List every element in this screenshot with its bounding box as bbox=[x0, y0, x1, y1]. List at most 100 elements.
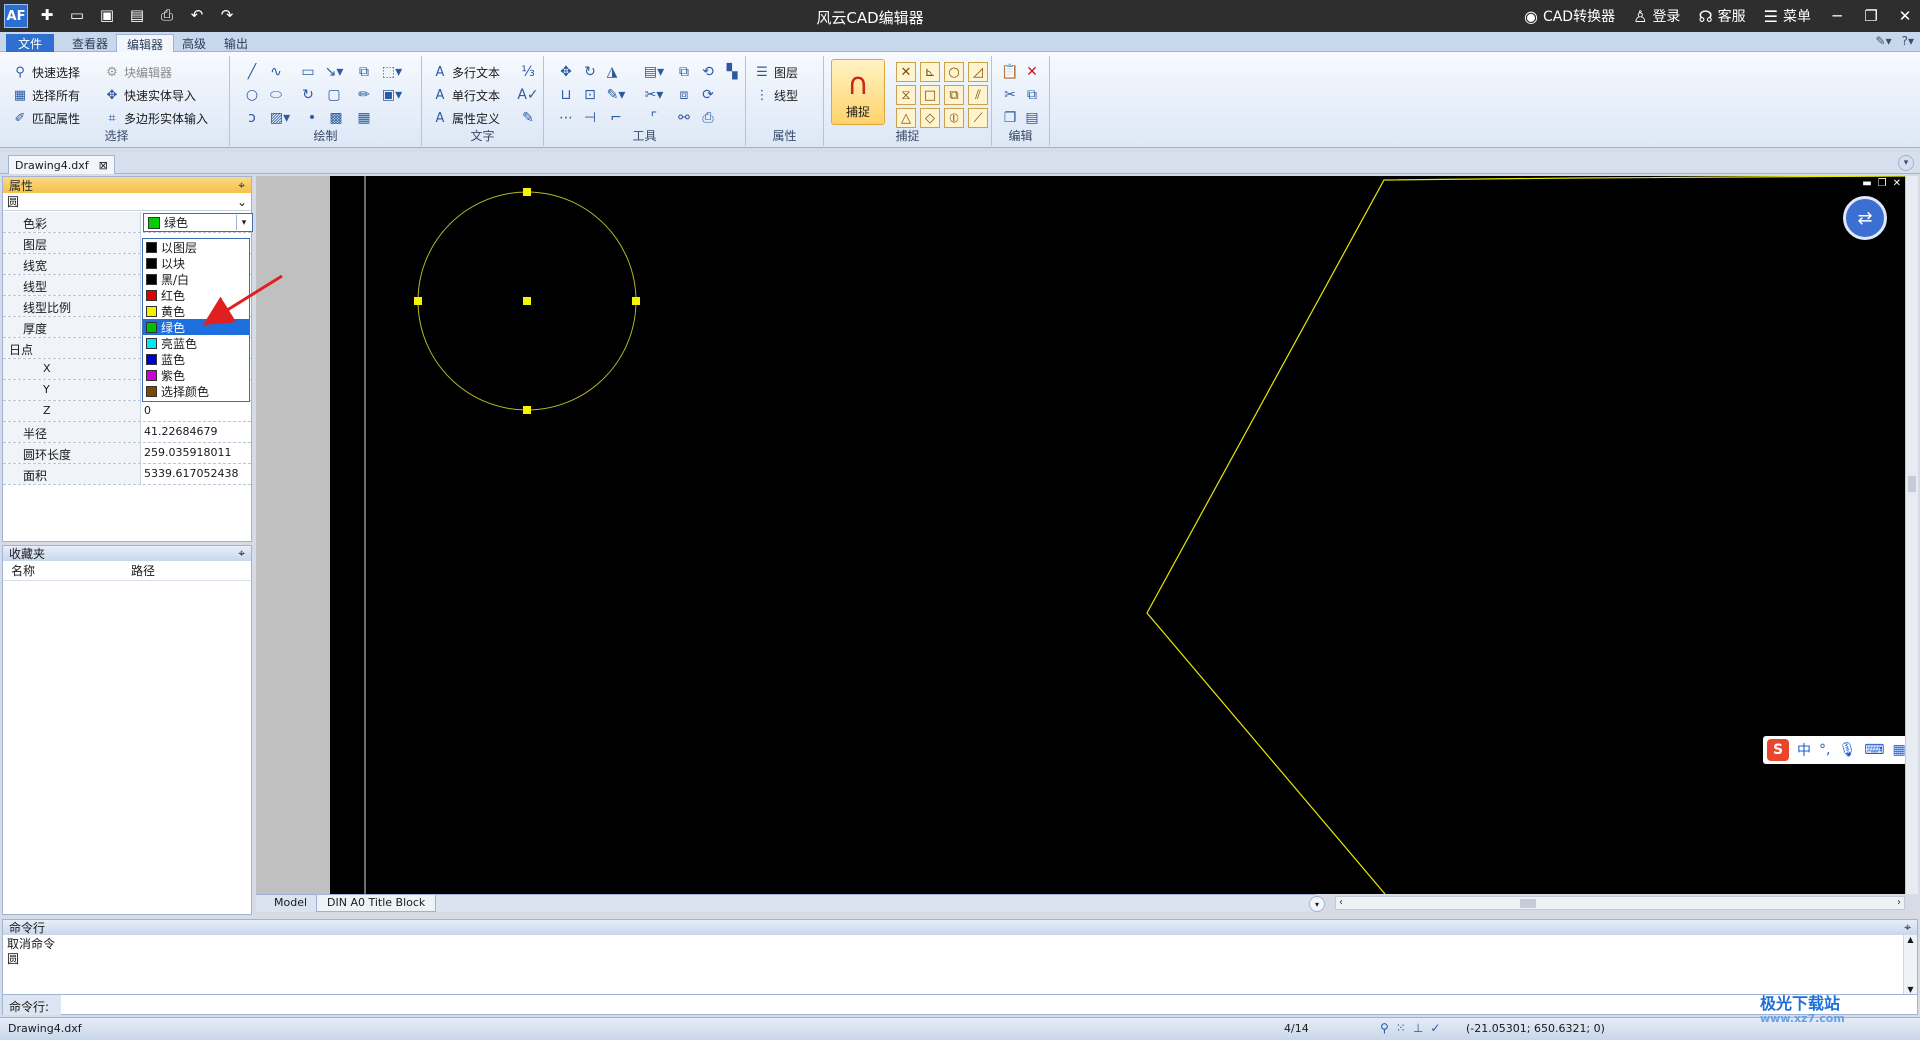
grip-top[interactable] bbox=[523, 188, 531, 196]
region-icon[interactable]: ⬚▾ bbox=[382, 62, 402, 82]
close-icon[interactable]: ✕ bbox=[1893, 178, 1901, 189]
tab-viewer[interactable]: 查看器 bbox=[62, 34, 118, 52]
color-option[interactable]: 绿色 bbox=[143, 319, 249, 335]
refresh-icon[interactable]: ⟳ bbox=[698, 85, 718, 105]
cad-converter-button[interactable]: ◉ CAD转换器 bbox=[1517, 6, 1622, 26]
image-icon[interactable]: ▣▾ bbox=[382, 85, 402, 105]
grid-icon[interactable]: ⁙ bbox=[1396, 1021, 1406, 1035]
column-header-path[interactable]: 路径 bbox=[123, 562, 155, 579]
chevron-down-icon[interactable]: ▾ bbox=[236, 215, 251, 230]
microphone-icon[interactable]: 🎙 bbox=[1838, 742, 1856, 758]
tab-advanced[interactable]: 高级 bbox=[172, 34, 216, 52]
vertical-scrollbar[interactable] bbox=[1905, 176, 1918, 894]
quick-import-button[interactable]: ✥ 快速实体导入 bbox=[104, 85, 196, 105]
color-option[interactable]: 黄色 bbox=[143, 303, 249, 319]
tab-list-icon[interactable]: ▾ bbox=[1898, 155, 1914, 171]
menu-button[interactable]: ☰ 菜单 bbox=[1757, 6, 1818, 26]
minimize-icon[interactable]: ▬ bbox=[1862, 178, 1871, 189]
prop-row-color[interactable]: 色彩 绿色 ▾ bbox=[3, 212, 253, 233]
pin-icon[interactable]: ⌖ bbox=[238, 546, 245, 561]
layout-tab-model[interactable]: Model bbox=[264, 895, 317, 912]
prop-row-radius[interactable]: 半径 41.22684679 bbox=[3, 422, 251, 443]
block-icon[interactable]: ▢ bbox=[324, 85, 344, 105]
copy-shape-icon[interactable]: ⧉ bbox=[354, 62, 374, 82]
helix-icon[interactable]: ↄ bbox=[242, 108, 262, 128]
insert-image-icon[interactable]: ▩ bbox=[326, 108, 346, 128]
mtext-button[interactable]: A 多行文本 bbox=[432, 62, 500, 82]
color-option[interactable]: 紫色 bbox=[143, 367, 249, 383]
zoom-icon[interactable]: ⚲ bbox=[1380, 1021, 1389, 1035]
translate-icon[interactable]: ⇄ bbox=[1843, 196, 1887, 240]
snap-perpendicular-icon[interactable]: ⊾ bbox=[920, 62, 940, 82]
trim-icon[interactable]: ✂▾ bbox=[644, 85, 664, 105]
print-tool-icon[interactable]: ⎙ bbox=[698, 108, 718, 128]
spline-icon[interactable]: ∿ bbox=[266, 62, 286, 82]
rectangle-icon[interactable]: ▭ bbox=[298, 62, 318, 82]
snap-nearest-icon[interactable]: ⟋ bbox=[968, 108, 988, 128]
color-select[interactable]: 绿色 ▾ bbox=[143, 213, 253, 232]
redo-icon[interactable]: ↷ bbox=[216, 4, 238, 26]
select-all-button[interactable]: ▦ 选择所有 bbox=[12, 85, 80, 105]
paste-icon[interactable]: 📋 bbox=[1000, 62, 1020, 82]
edit-text-icon[interactable]: ✎ bbox=[518, 108, 538, 128]
scroll-up-icon[interactable]: ▲ bbox=[1907, 935, 1913, 944]
tab-file[interactable]: 文件 bbox=[6, 34, 54, 52]
help-icon[interactable]: ?▾ bbox=[1902, 34, 1914, 48]
color-option[interactable]: 以图层 bbox=[143, 239, 249, 255]
break-icon[interactable]: ⋯ bbox=[556, 108, 576, 128]
point-icon[interactable]: • bbox=[302, 108, 322, 128]
measure-icon[interactable]: ⚯ bbox=[674, 108, 694, 128]
object-type-select[interactable]: 圆 ⌄ bbox=[3, 193, 251, 211]
horizontal-scrollbar[interactable]: ‹ › bbox=[1335, 896, 1905, 910]
numbering-icon[interactable]: ⅓ bbox=[518, 62, 538, 82]
snap-endpoint-icon[interactable]: □ bbox=[920, 85, 940, 105]
snap-node-icon[interactable]: ⦶ bbox=[944, 108, 964, 128]
line-icon[interactable]: ╱ bbox=[242, 62, 262, 82]
snap-parallel-icon[interactable]: ⫽ bbox=[968, 85, 988, 105]
scroll-right-icon[interactable]: › bbox=[1897, 897, 1901, 908]
color-dropdown-list[interactable]: 以图层 以块 黑/白 红色 黄色 绿色 亮蓝色 蓝色 紫色 选择颜色 bbox=[142, 238, 250, 402]
scroll-thumb[interactable] bbox=[1908, 476, 1916, 492]
paste-special-icon[interactable]: ⧉ bbox=[1022, 85, 1042, 105]
command-input[interactable] bbox=[61, 995, 1917, 1014]
attdef-button[interactable]: A 属性定义 bbox=[432, 108, 500, 128]
sogou-logo-icon[interactable]: S bbox=[1767, 739, 1789, 761]
copy-icon[interactable]: ❐ bbox=[1000, 108, 1020, 128]
tab-output[interactable]: 输出 bbox=[214, 34, 258, 52]
pin-icon[interactable]: ⌖ bbox=[238, 178, 245, 193]
minimize-icon[interactable]: ─ bbox=[1822, 0, 1852, 32]
style-icon[interactable]: ✎▾ bbox=[1876, 34, 1892, 48]
cut-icon[interactable]: ✂ bbox=[1000, 85, 1020, 105]
snap-midpoint-icon[interactable]: ⧖ bbox=[896, 85, 916, 105]
circle-icon[interactable]: ○ bbox=[242, 85, 262, 105]
restore-icon[interactable]: ❐ bbox=[1856, 0, 1886, 32]
scroll-down-icon[interactable]: ▼ bbox=[1907, 985, 1913, 994]
command-scrollbar[interactable]: ▲ ▼ bbox=[1903, 935, 1917, 994]
delete-icon[interactable]: ✕ bbox=[1022, 62, 1042, 82]
keyboard-icon[interactable]: ⌨ bbox=[1864, 742, 1884, 758]
ellipse-icon[interactable]: ⬭ bbox=[266, 85, 286, 105]
prop-row-area[interactable]: 面积 5339.617052438 bbox=[3, 464, 251, 485]
match-props-button[interactable]: ✐ 匹配属性 bbox=[12, 108, 80, 128]
grip-center[interactable] bbox=[523, 297, 531, 305]
snap-quadrant-icon[interactable]: ◇ bbox=[920, 108, 940, 128]
prop-row-z[interactable]: Z0 bbox=[3, 401, 251, 422]
copy-base-icon[interactable]: ▤ bbox=[1022, 108, 1042, 128]
drawing-canvas[interactable]: ▬ ❐ ✕ ⇄ S 中 °, 🎙 ⌨ ▦ bbox=[330, 176, 1905, 894]
spell-icon[interactable]: A✓ bbox=[517, 85, 538, 105]
copy-tool-icon[interactable]: ⧉ bbox=[674, 62, 694, 82]
snap-triangle-icon[interactable]: △ bbox=[896, 108, 916, 128]
hatch-icon[interactable]: ▨▾ bbox=[270, 108, 290, 128]
print-icon[interactable]: ⎙ bbox=[156, 4, 178, 26]
layout-tab-title-block[interactable]: DIN A0 Title Block bbox=[316, 895, 437, 912]
undo-icon[interactable]: ↶ bbox=[186, 4, 208, 26]
chamfer-icon[interactable]: ⌜ bbox=[644, 108, 664, 128]
prop-row-circumference[interactable]: 圆环长度 259.035918011 bbox=[3, 443, 251, 464]
fillet-icon[interactable]: ⌐ bbox=[606, 108, 626, 128]
rotate-icon[interactable]: ↻ bbox=[580, 62, 600, 82]
new-file-icon[interactable]: ✚ bbox=[36, 4, 58, 26]
polyline-entity[interactable] bbox=[1146, 176, 1905, 894]
ortho-icon[interactable]: ⊥ bbox=[1413, 1021, 1423, 1035]
punctuation-icon[interactable]: °, bbox=[1819, 742, 1830, 758]
polygon-input-button[interactable]: ⌗ 多边形实体输入 bbox=[104, 108, 208, 128]
